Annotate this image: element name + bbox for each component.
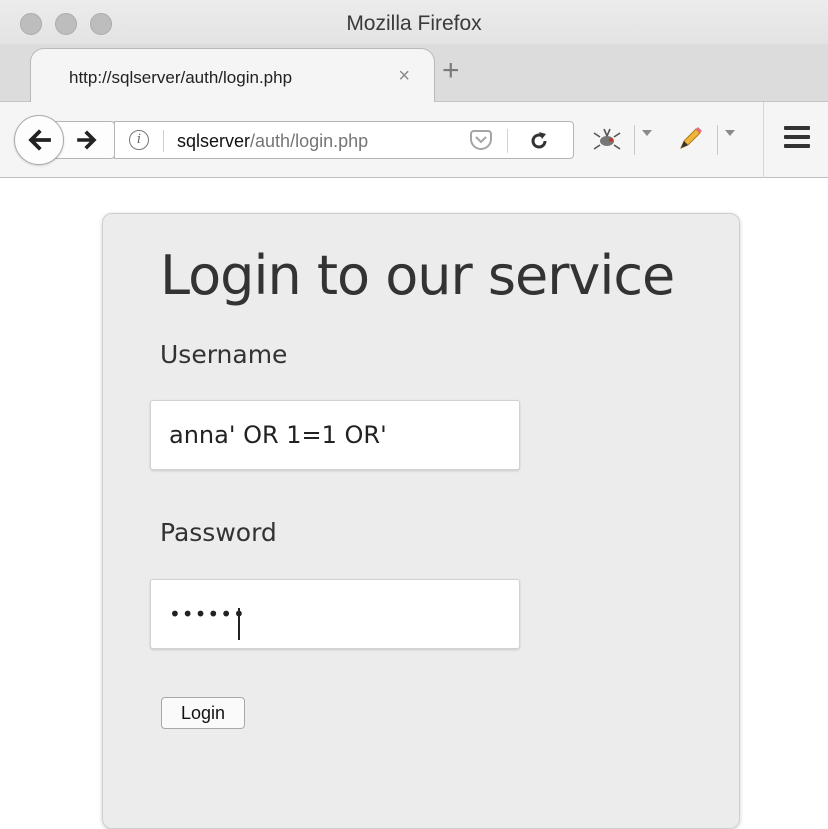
toolbar-divider (634, 125, 635, 155)
chevron-down-icon[interactable] (642, 130, 652, 136)
url-bar[interactable]: i sqlserver/auth/login.php (114, 121, 574, 159)
navigation-toolbar: i sqlserver/auth/login.php (0, 102, 828, 178)
username-input[interactable] (150, 400, 520, 470)
password-input[interactable] (150, 579, 520, 649)
reload-icon[interactable] (527, 129, 551, 153)
back-button[interactable] (14, 115, 64, 165)
hamburger-menu-icon[interactable] (784, 126, 810, 148)
new-tab-button[interactable]: + (442, 56, 460, 86)
chevron-down-icon[interactable] (725, 130, 735, 136)
forward-icon (77, 130, 97, 150)
window-titlebar: Mozilla Firefox (0, 0, 828, 50)
text-cursor (238, 608, 240, 640)
url-divider (163, 130, 164, 152)
pencil-icon[interactable] (675, 124, 705, 154)
window-title: Mozilla Firefox (346, 12, 482, 35)
url-path: /auth/login.php (250, 131, 369, 151)
tab-title: http://sqlserver/auth/login.php (69, 68, 293, 87)
username-label: Username (160, 340, 288, 369)
info-icon[interactable]: i (129, 130, 149, 150)
login-panel: Login to our service Username Password L… (102, 213, 740, 829)
url-host: sqlserver (177, 131, 251, 151)
close-icon[interactable]: × (398, 65, 410, 88)
toolbar-divider (717, 125, 718, 155)
page-title: Login to our service (160, 244, 675, 307)
firebug-icon[interactable] (592, 127, 622, 153)
password-label: Password (160, 518, 277, 547)
url-text[interactable]: sqlserver/auth/login.php (177, 131, 368, 152)
tab-strip: http://sqlserver/auth/login.php × + (0, 44, 828, 104)
tab-login[interactable]: http://sqlserver/auth/login.php × (30, 48, 435, 104)
pocket-icon[interactable] (470, 130, 492, 150)
url-divider-2 (507, 129, 508, 153)
back-icon (28, 129, 51, 151)
toolbar-divider (763, 102, 764, 178)
login-button[interactable]: Login (161, 697, 245, 729)
